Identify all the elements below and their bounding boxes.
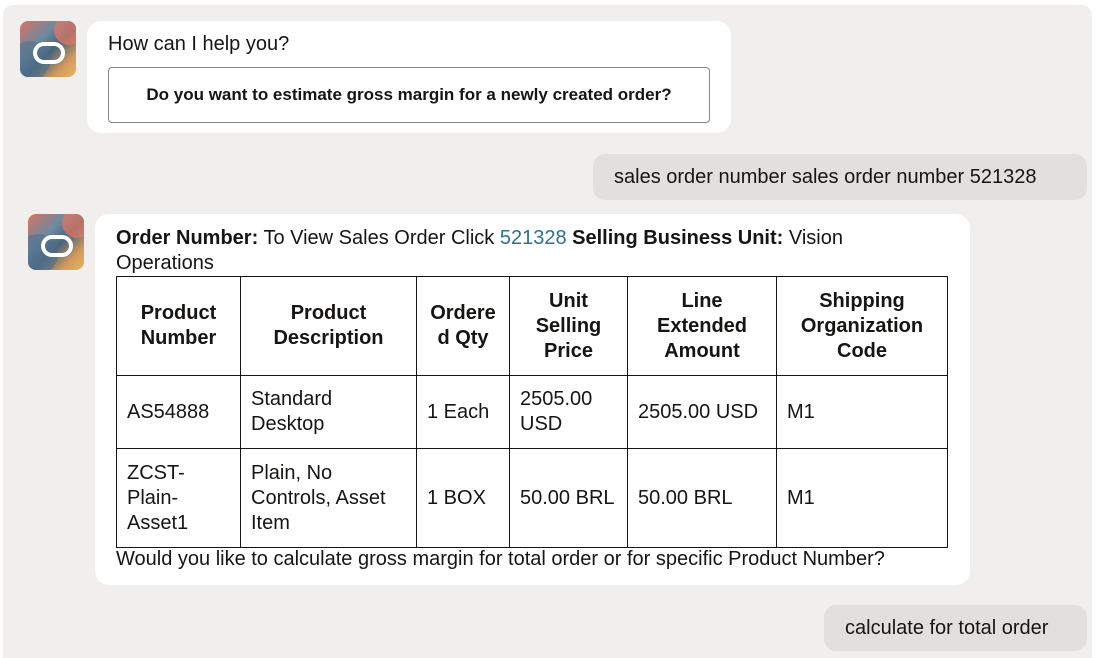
header-shipping-org-code: Shipping Organization Code [776, 276, 948, 376]
user-message-order-number: sales order number sales order number 52… [593, 154, 1087, 200]
chat-transcript: How can I help you? Do you want to estim… [3, 5, 1092, 658]
cell-ordered-qty: 1 Each [416, 375, 510, 449]
cell-product-description: Standard Desktop [240, 375, 417, 449]
cell-unit-selling-price: 50.00 BRL [509, 448, 628, 548]
header-product-number: Product Number [116, 276, 241, 376]
cell-ordered-qty: 1 BOX [416, 448, 510, 548]
table-row: AS54888 Standard Desktop 1 Each 2505.00 … [116, 375, 948, 449]
cell-shipping-org-code: M1 [776, 448, 948, 548]
oracle-ring-icon [33, 42, 65, 64]
bot-message-greeting: How can I help you? Do you want to estim… [87, 21, 731, 133]
order-summary: Order Number: To View Sales Order Click … [116, 226, 926, 276]
business-unit-label: Selling Business Unit: [572, 227, 784, 249]
cell-shipping-org-code: M1 [776, 375, 948, 449]
view-order-text: To View Sales Order Click [263, 227, 495, 249]
bot-avatar-icon [28, 214, 84, 270]
header-ordered-qty: Ordered Qty [416, 276, 510, 376]
oracle-ring-icon [41, 235, 73, 257]
cell-unit-selling-price: 2505.00 USD [509, 375, 628, 449]
header-line-extended-amount: Line Extended Amount [627, 276, 777, 376]
header-unit-selling-price: Unit Selling Price [509, 276, 628, 376]
cell-product-description: Plain, No Controls, Asset Item [240, 448, 417, 548]
order-lines-table: Product Number Product Description Order… [116, 276, 948, 548]
bot-message-order-details: Order Number: To View Sales Order Click … [95, 214, 970, 585]
cell-line-extended-amount: 50.00 BRL [627, 448, 777, 548]
order-number-label: Order Number: [116, 227, 259, 249]
greeting-text: How can I help you? [108, 33, 290, 55]
followup-question: Would you like to calculate gross margin… [116, 548, 885, 570]
cell-line-extended-amount: 2505.00 USD [627, 375, 777, 449]
table-row: ZCST-Plain-Asset1 Plain, No Controls, As… [116, 448, 948, 548]
cell-product-number: AS54888 [116, 375, 241, 449]
header-product-description: Product Description [240, 276, 417, 376]
bot-avatar-icon [20, 21, 76, 77]
user-message-calculate: calculate for total order [824, 605, 1087, 651]
order-number-link[interactable]: 521328 [500, 227, 567, 249]
suggestion-button[interactable]: Do you want to estimate gross margin for… [108, 67, 710, 123]
cell-product-number: ZCST-Plain-Asset1 [116, 448, 241, 548]
